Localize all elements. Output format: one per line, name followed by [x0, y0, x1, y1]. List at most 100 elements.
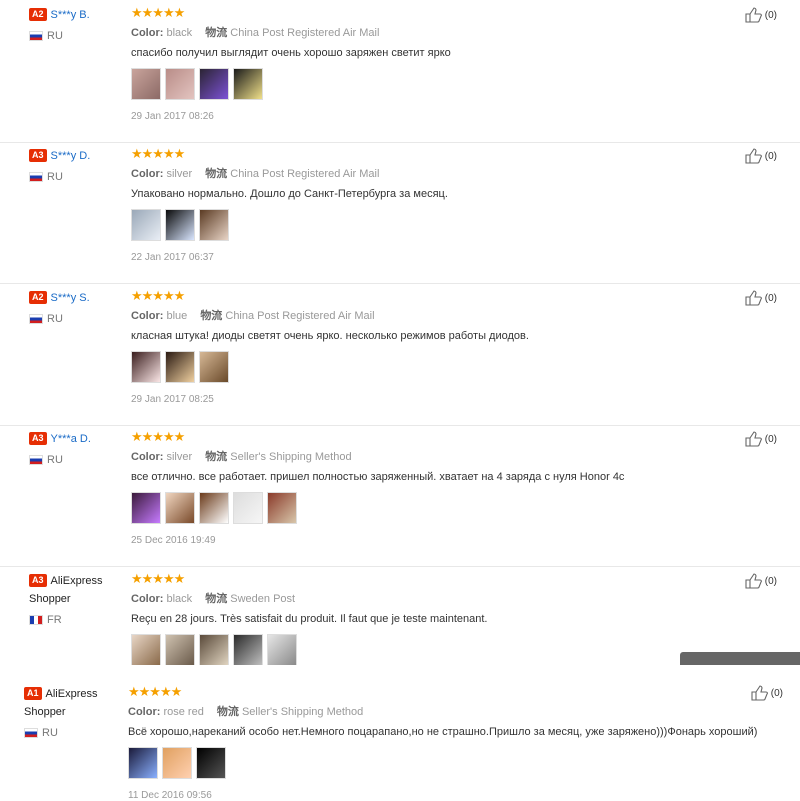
review-photo-thumbnail[interactable] [162, 747, 192, 779]
shipping-label: 物流 [205, 27, 228, 39]
flag-icon [29, 314, 43, 325]
shipping-label: 物流 [205, 168, 228, 180]
review-meta: Color: black 物流 Sweden Post [131, 590, 731, 606]
country-code: RU [47, 313, 63, 325]
star-rating: ★★★★★ [131, 571, 185, 586]
country-code: RU [42, 727, 58, 739]
review-text: все отлично. все работает. пришел полнос… [131, 471, 625, 483]
reviewer-info: A3 S***y D. RU [29, 147, 129, 183]
flag-icon [29, 615, 43, 626]
thumbs-up-icon [745, 290, 763, 306]
review-content: ★★★★★ Color: silver 物流 Seller's Shipping… [131, 430, 731, 546]
review-photo-thumbnail[interactable] [199, 351, 229, 383]
color-value: rose red [163, 706, 204, 718]
helpful-button[interactable]: (0) [745, 148, 777, 164]
helpful-count: (0) [764, 9, 777, 21]
review-photo-thumbnail[interactable] [131, 209, 161, 241]
helpful-button[interactable]: (0) [745, 431, 777, 447]
review-photos [131, 209, 731, 243]
thumbs-up-icon [745, 7, 763, 23]
review-photo-thumbnail[interactable] [165, 351, 195, 383]
helpful-button[interactable]: (0) [751, 685, 783, 701]
color-label: Color: [131, 451, 164, 463]
review-item: A2 S***y S. RU ★★★★★ Color: blue 物流 China… [0, 283, 800, 426]
review-date: 29 Jan 2017 08:26 [131, 111, 214, 122]
color-value: black [166, 593, 193, 605]
reviewer-name[interactable]: S***y D. [51, 150, 91, 162]
review-photo-thumbnail[interactable] [233, 492, 263, 524]
shipping-value: Sweden Post [230, 593, 296, 605]
review-content: ★★★★★ Color: black 物流 China Post Registe… [131, 6, 731, 122]
buyer-level-badge: A3 [29, 149, 47, 163]
shipping-label: 物流 [205, 593, 228, 605]
review-photo-thumbnail[interactable] [165, 634, 195, 666]
review-photos [131, 351, 731, 385]
review-photos [131, 492, 731, 526]
reviewer-info: A1 AliExpress Shopper RU [24, 685, 114, 739]
review-content: ★★★★★ Color: black 物流 Sweden Post Reçu e… [131, 572, 731, 668]
helpful-count: (0) [764, 292, 777, 304]
recently-viewed-tab[interactable] [680, 652, 800, 665]
reviewer-country: RU [29, 313, 129, 325]
review-photo-thumbnail[interactable] [165, 209, 195, 241]
review-photo-thumbnail[interactable] [131, 634, 161, 666]
color-label: Color: [128, 706, 161, 718]
thumbs-up-icon [751, 685, 769, 701]
review-photo-thumbnail[interactable] [267, 634, 297, 666]
buyer-level-badge: A3 [29, 432, 47, 446]
helpful-count: (0) [764, 150, 777, 162]
reviewer-country: RU [29, 171, 129, 183]
review-item: A2 S***y B. RU ★★★★★ Color: black 物流 Chin… [0, 0, 800, 143]
shipping-value: China Post Registered Air Mail [230, 27, 380, 39]
color-label: Color: [131, 168, 164, 180]
review-meta: Color: blue 物流 China Post Registered Air… [131, 307, 731, 323]
country-code: RU [47, 454, 63, 466]
flag-icon [24, 728, 38, 739]
review-date: 11 Dec 2016 09:56 [128, 790, 212, 801]
color-value: black [166, 27, 193, 39]
flag-icon [29, 31, 43, 42]
reviewer-name[interactable]: S***y B. [51, 9, 90, 21]
review-photos [131, 68, 731, 102]
review-meta: Color: silver 物流 Seller's Shipping Metho… [131, 448, 731, 464]
review-photo-thumbnail[interactable] [233, 634, 263, 666]
review-text: класная штука! диоды светят очень ярко. … [131, 330, 529, 342]
review-meta: Color: silver 物流 China Post Registered A… [131, 165, 731, 181]
review-photo-thumbnail[interactable] [199, 209, 229, 241]
reviewer-country: FR [29, 614, 119, 626]
review-meta: Color: rose red 物流 Seller's Shipping Met… [128, 703, 788, 719]
reviewer-name[interactable]: Y***a D. [51, 433, 91, 445]
helpful-count: (0) [770, 687, 783, 699]
shipping-label: 物流 [200, 310, 223, 322]
review-photo-thumbnail[interactable] [131, 68, 161, 100]
review-photo-thumbnail[interactable] [233, 68, 263, 100]
star-rating: ★★★★★ [131, 5, 185, 20]
review-text: спасибо получил выглядит очень хорошо за… [131, 47, 451, 59]
review-photo-thumbnail[interactable] [128, 747, 158, 779]
review-photo-thumbnail[interactable] [199, 492, 229, 524]
star-rating: ★★★★★ [131, 146, 185, 161]
shipping-value: Seller's Shipping Method [230, 451, 352, 463]
review-photo-thumbnail[interactable] [199, 68, 229, 100]
review-text: Всё хорошо,нареканий особо нет.Немного п… [128, 726, 758, 738]
flag-icon [29, 455, 43, 466]
reviewer-name[interactable]: S***y S. [51, 292, 90, 304]
review-photo-thumbnail[interactable] [131, 492, 161, 524]
buyer-level-badge: A3 [29, 574, 47, 588]
review-photo-thumbnail[interactable] [131, 351, 161, 383]
thumbs-up-icon [745, 148, 763, 164]
helpful-button[interactable]: (0) [745, 7, 777, 23]
helpful-button[interactable]: (0) [745, 573, 777, 589]
review-photo-thumbnail[interactable] [267, 492, 297, 524]
color-value: silver [166, 451, 193, 463]
review-photo-thumbnail[interactable] [165, 68, 195, 100]
thumbs-up-icon [745, 573, 763, 589]
star-rating: ★★★★★ [131, 429, 185, 444]
review-photo-thumbnail[interactable] [199, 634, 229, 666]
review-photo-thumbnail[interactable] [165, 492, 195, 524]
star-rating: ★★★★★ [128, 684, 182, 699]
reviewer-country: RU [29, 454, 129, 466]
review-photo-thumbnail[interactable] [196, 747, 226, 779]
country-code: RU [47, 171, 63, 183]
helpful-button[interactable]: (0) [745, 290, 777, 306]
